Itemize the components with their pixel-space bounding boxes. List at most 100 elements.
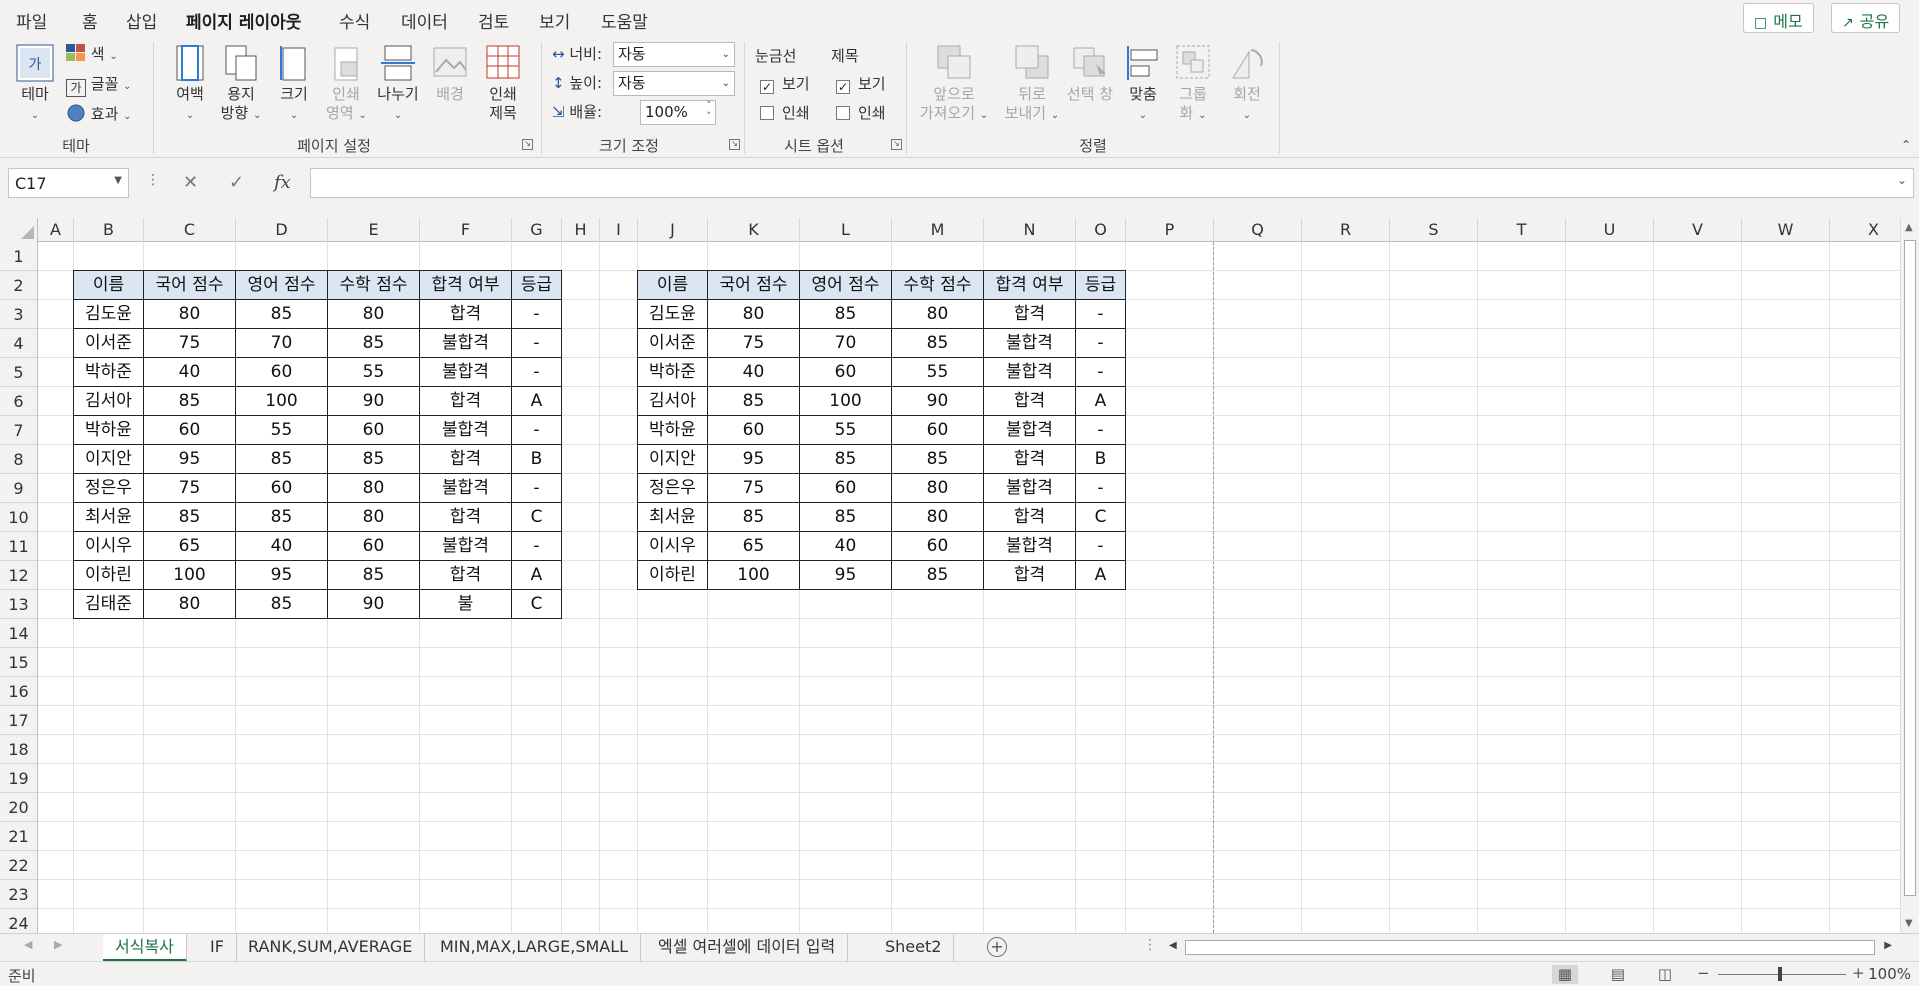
table1-cell[interactable]: 불합격: [420, 416, 512, 445]
table2-cell[interactable]: A: [1076, 387, 1126, 416]
table1-cell[interactable]: 40: [236, 532, 328, 561]
table1-cell[interactable]: 90: [328, 590, 420, 619]
table1-cell[interactable]: 55: [328, 358, 420, 387]
table2-cell[interactable]: 불합격: [984, 474, 1076, 503]
table2-cell[interactable]: 불합격: [984, 329, 1076, 358]
table1-cell[interactable]: 합격: [420, 387, 512, 416]
zoom-slider[interactable]: [1718, 967, 1846, 981]
table2-cell[interactable]: 75: [708, 329, 800, 358]
table1-cell[interactable]: 합격: [420, 445, 512, 474]
scale-launcher-icon[interactable]: ↘: [729, 139, 740, 150]
column-header-u[interactable]: U: [1566, 218, 1654, 242]
menu-insert[interactable]: 삽입: [126, 8, 157, 33]
column-header-q[interactable]: Q: [1214, 218, 1302, 242]
table1-cell[interactable]: 불합격: [420, 358, 512, 387]
table1-cell[interactable]: 60: [236, 474, 328, 503]
table1-cell[interactable]: -: [512, 532, 562, 561]
table2-header-cell[interactable]: 등급: [1076, 271, 1126, 300]
table1-cell[interactable]: 85: [144, 503, 236, 532]
table2-cell[interactable]: 불합격: [984, 416, 1076, 445]
table1-cell[interactable]: 최서윤: [74, 503, 144, 532]
table1-cell[interactable]: 불합격: [420, 474, 512, 503]
select-all-button[interactable]: [0, 218, 38, 242]
zoom-in-icon[interactable]: +: [1852, 964, 1865, 982]
row-header-11[interactable]: 11: [0, 532, 38, 561]
scroll-down-icon[interactable]: ▼: [1905, 918, 1913, 929]
table1-cell[interactable]: -: [512, 329, 562, 358]
column-header-v[interactable]: V: [1654, 218, 1742, 242]
table1-cell[interactable]: 85: [328, 329, 420, 358]
table1-cell[interactable]: -: [512, 474, 562, 503]
column-header-e[interactable]: E: [328, 218, 420, 242]
zoom-out-icon[interactable]: −: [1697, 964, 1710, 982]
column-header-l[interactable]: L: [800, 218, 892, 242]
menu-file[interactable]: 파일: [16, 8, 47, 33]
insert-function-icon[interactable]: fx: [274, 172, 291, 193]
add-sheet-icon[interactable]: +: [987, 937, 1007, 957]
table1-cell[interactable]: 85: [236, 300, 328, 329]
themes-button[interactable]: 가 테마 ⌄: [14, 44, 56, 125]
row-header-24[interactable]: 24: [0, 909, 38, 933]
row-header-3[interactable]: 3: [0, 300, 38, 329]
table2-cell[interactable]: 이지안: [638, 445, 708, 474]
table1-cell[interactable]: 이시우: [74, 532, 144, 561]
table2-cell[interactable]: 85: [800, 300, 892, 329]
table2-cell[interactable]: A: [1076, 561, 1126, 590]
zoom-level[interactable]: 100%: [1868, 965, 1911, 983]
orientation-button[interactable]: 용지 방향 ⌄: [218, 44, 264, 125]
table2-cell[interactable]: 100: [800, 387, 892, 416]
table2-cell[interactable]: 80: [892, 300, 984, 329]
table1-cell[interactable]: 이지안: [74, 445, 144, 474]
table1-cell[interactable]: 95: [144, 445, 236, 474]
table1-cell[interactable]: 박하윤: [74, 416, 144, 445]
selection-pane-button[interactable]: 선택 창: [1062, 44, 1118, 104]
breaks-button[interactable]: 나누기 ⌄: [374, 44, 422, 125]
table1-cell[interactable]: 100: [236, 387, 328, 416]
table1-cell[interactable]: 100: [144, 561, 236, 590]
row-header-8[interactable]: 8: [0, 445, 38, 474]
table1-cell[interactable]: A: [512, 561, 562, 590]
column-header-c[interactable]: C: [144, 218, 236, 242]
table1-cell[interactable]: 정은우: [74, 474, 144, 503]
row-header-4[interactable]: 4: [0, 329, 38, 358]
table2-header-cell[interactable]: 영어 점수: [800, 271, 892, 300]
menu-home[interactable]: 홈: [82, 8, 98, 33]
table1-cell[interactable]: 합격: [420, 503, 512, 532]
table1-cell[interactable]: 60: [144, 416, 236, 445]
table2-cell[interactable]: 75: [708, 474, 800, 503]
enter-icon[interactable]: ✓: [229, 172, 244, 193]
table2-cell[interactable]: 55: [892, 358, 984, 387]
background-button[interactable]: 배경: [430, 44, 470, 104]
row-header-10[interactable]: 10: [0, 503, 38, 532]
sheet-tab[interactable]: 엑셀 여러셀에 데이터 입력: [646, 934, 849, 961]
table1-cell[interactable]: 80: [144, 590, 236, 619]
gridlines-view-checkbox[interactable]: ✓ 보기: [760, 72, 810, 96]
height-select[interactable]: 자동 ⌄: [613, 71, 735, 96]
group-objects-button[interactable]: 그룹 화 ⌄: [1172, 44, 1214, 125]
table1-cell[interactable]: C: [512, 590, 562, 619]
sheet-tab[interactable]: IF: [198, 934, 237, 961]
table1-cell[interactable]: 85: [328, 445, 420, 474]
table1-cell[interactable]: 불합격: [420, 532, 512, 561]
table1-cell[interactable]: 김도윤: [74, 300, 144, 329]
table2-cell[interactable]: -: [1076, 416, 1126, 445]
scroll-left-icon[interactable]: ◀: [1169, 940, 1177, 951]
sheet-tab[interactable]: 서식복사: [103, 934, 187, 961]
table1-cell[interactable]: 80: [328, 300, 420, 329]
table1-cell[interactable]: 40: [144, 358, 236, 387]
table1-cell[interactable]: 85: [236, 590, 328, 619]
bring-forward-button[interactable]: 앞으로 가져오기 ⌄: [916, 44, 992, 125]
table2-cell[interactable]: 40: [708, 358, 800, 387]
print-area-button[interactable]: 인쇄 영역 ⌄: [326, 44, 367, 125]
column-header-i[interactable]: I: [600, 218, 638, 242]
table2-cell[interactable]: 정은우: [638, 474, 708, 503]
table2-cell[interactable]: 95: [708, 445, 800, 474]
table2-cell[interactable]: 이하린: [638, 561, 708, 590]
gridlines-print-checkbox[interactable]: 인쇄: [760, 101, 810, 125]
table2-cell[interactable]: 합격: [984, 300, 1076, 329]
table1-header-cell[interactable]: 등급: [512, 271, 562, 300]
table2-cell[interactable]: 85: [892, 329, 984, 358]
scroll-right-icon[interactable]: ▶: [1884, 940, 1892, 951]
table2-cell[interactable]: B: [1076, 445, 1126, 474]
table1-cell[interactable]: C: [512, 503, 562, 532]
